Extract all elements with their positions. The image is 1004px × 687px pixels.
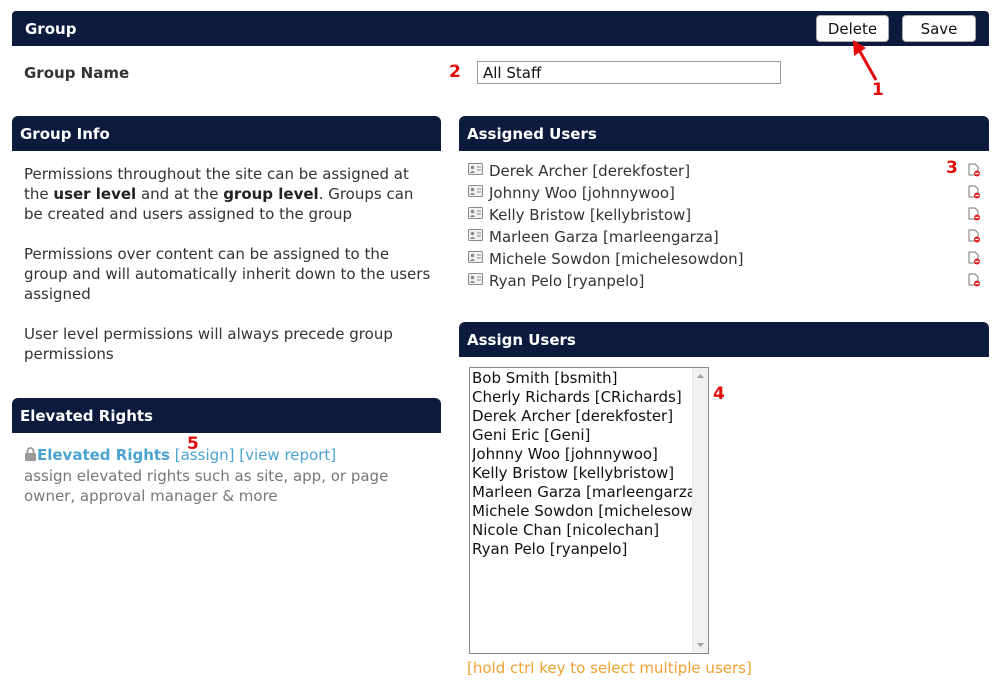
remove-user-icon[interactable] bbox=[967, 251, 981, 265]
assign-user-option[interactable]: Michele Sowdon [michelesowdon] bbox=[472, 502, 694, 521]
assigned-user-name: Ryan Pelo [ryanpelo] bbox=[489, 272, 645, 290]
info-text-bold: group level bbox=[223, 185, 319, 203]
assign-user-option[interactable]: Johnny Woo [johnnywoo] bbox=[472, 445, 694, 464]
user-card-icon bbox=[468, 163, 483, 175]
user-card-icon bbox=[468, 207, 483, 219]
group-info-title: Group Info bbox=[20, 124, 110, 143]
info-text-segment: and at the bbox=[136, 185, 224, 203]
remove-user-icon[interactable] bbox=[967, 185, 981, 199]
scroll-down-icon[interactable] bbox=[693, 639, 708, 651]
remove-user-icon[interactable] bbox=[967, 273, 981, 287]
assign-user-option[interactable]: Bob Smith [bsmith] bbox=[472, 369, 694, 388]
annotation-1: 1 bbox=[872, 80, 884, 100]
annotation-5: 5 bbox=[187, 434, 199, 454]
annotation-4: 4 bbox=[713, 384, 725, 404]
elevated-rights-line: Elevated Rights [assign] [view report] bbox=[24, 446, 336, 464]
assign-users-select[interactable]: Bob Smith [bsmith] Cherly Richards [CRich… bbox=[469, 367, 709, 654]
assign-user-option[interactable]: Geni Eric [Geni] bbox=[472, 426, 694, 445]
remove-user-icon[interactable] bbox=[967, 229, 981, 243]
delete-button[interactable]: Delete bbox=[816, 15, 889, 42]
elevated-rights-title: Elevated Rights bbox=[20, 406, 153, 425]
assign-user-option[interactable]: Cherly Richards [CRichards] bbox=[472, 388, 694, 407]
annotation-2: 2 bbox=[449, 62, 461, 82]
elevated-rights-bar: Elevated Rights bbox=[12, 398, 441, 433]
group-name-input[interactable] bbox=[477, 61, 781, 84]
assigned-user-name: Marleen Garza [marleengarza] bbox=[489, 228, 719, 246]
remove-user-icon[interactable] bbox=[967, 207, 981, 221]
assigned-user-name: Johnny Woo [johnnywoo] bbox=[489, 184, 675, 202]
assign-user-option[interactable]: Nicole Chan [nicolechan] bbox=[472, 521, 694, 540]
assign-user-option[interactable]: Ryan Pelo [ryanpelo] bbox=[472, 540, 694, 559]
assigned-user-row: Michele Sowdon [michelesowdon] bbox=[468, 248, 988, 270]
assign-user-option[interactable]: Derek Archer [derekfoster] bbox=[472, 407, 694, 426]
save-button[interactable]: Save bbox=[902, 15, 976, 42]
info-text-bold: user level bbox=[53, 185, 137, 203]
listbox-scrollbar[interactable] bbox=[692, 368, 708, 653]
assigned-users-title: Assigned Users bbox=[467, 124, 597, 143]
annotation-arrow-icon bbox=[853, 40, 878, 81]
user-card-icon bbox=[468, 185, 483, 197]
assign-users-title: Assign Users bbox=[467, 330, 576, 349]
elevated-rights-link[interactable]: Elevated Rights bbox=[37, 446, 170, 464]
assigned-users-bar: Assigned Users bbox=[459, 116, 989, 151]
user-card-icon bbox=[468, 251, 483, 263]
group-info-paragraph-2: Permissions over content can be assigned… bbox=[24, 245, 431, 303]
assigned-user-row: Derek Archer [derekfoster] bbox=[468, 160, 988, 182]
assigned-user-name: Derek Archer [derekfoster] bbox=[489, 162, 691, 180]
assigned-user-row: Marleen Garza [marleengarza] bbox=[468, 226, 988, 248]
assigned-user-name: Michele Sowdon [michelesowdon] bbox=[489, 250, 744, 268]
group-info-paragraph-1: Permissions throughout the site can be a… bbox=[24, 164, 436, 224]
user-card-icon bbox=[468, 229, 483, 241]
user-card-icon bbox=[468, 273, 483, 285]
elevated-rights-description: assign elevated rights such as site, app… bbox=[24, 467, 389, 505]
assign-user-option[interactable]: Kelly Bristow [kellybristow] bbox=[472, 464, 694, 483]
group-info-paragraph-3: User level permissions will always prece… bbox=[24, 325, 393, 363]
group-header-title: Group bbox=[25, 19, 77, 38]
remove-user-icon[interactable] bbox=[967, 163, 981, 177]
scroll-up-icon[interactable] bbox=[693, 370, 708, 382]
view-report-link[interactable]: [view report] bbox=[239, 446, 336, 464]
multi-select-hint: [hold ctrl key to select multiple users] bbox=[467, 659, 752, 677]
lock-icon bbox=[25, 447, 36, 461]
group-info-bar: Group Info bbox=[12, 116, 441, 151]
assigned-user-name: Kelly Bristow [kellybristow] bbox=[489, 206, 692, 224]
assigned-user-row: Kelly Bristow [kellybristow] bbox=[468, 204, 988, 226]
assigned-user-row: Ryan Pelo [ryanpelo] bbox=[468, 270, 988, 292]
assign-elevated-rights-link[interactable]: [assign] bbox=[175, 446, 235, 464]
group-name-label: Group Name bbox=[24, 64, 130, 82]
assign-user-option[interactable]: Marleen Garza [marleengarza] bbox=[472, 483, 694, 502]
assign-users-bar: Assign Users bbox=[459, 322, 989, 357]
assigned-user-row: Johnny Woo [johnnywoo] bbox=[468, 182, 988, 204]
